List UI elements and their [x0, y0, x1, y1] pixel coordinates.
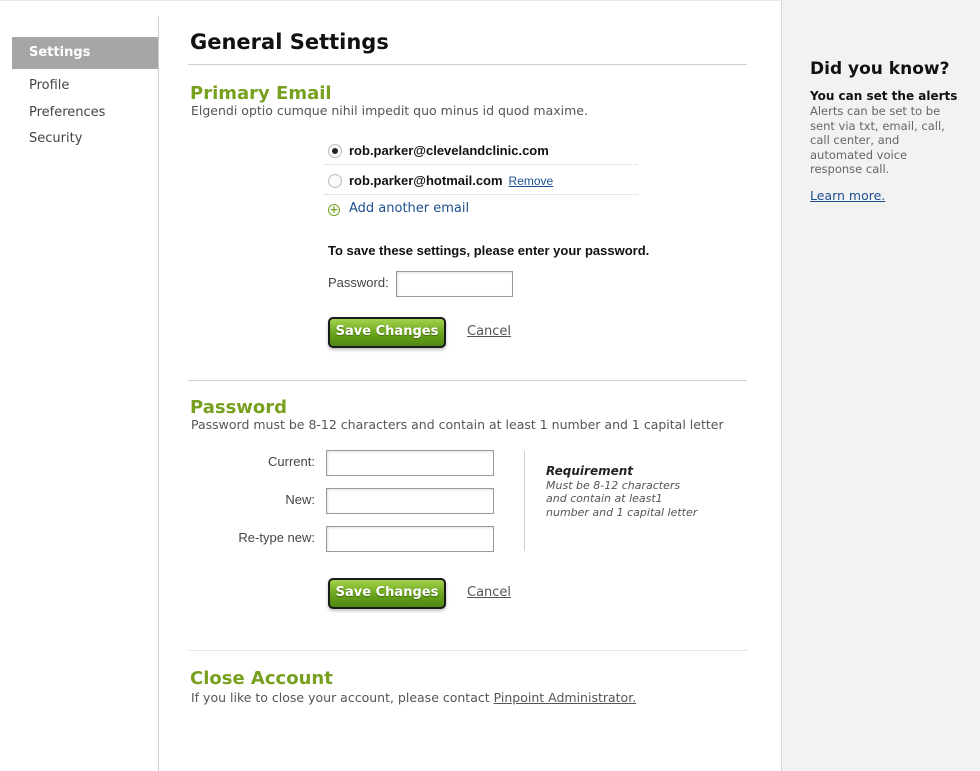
email-address: rob.parker@clevelandclinic.com	[349, 143, 549, 158]
tip-line: sent via txt, email, call,	[810, 118, 945, 133]
tip-line: automated voice	[810, 147, 908, 162]
password-section-title: Password	[190, 397, 288, 418]
sidebar-divider	[158, 16, 159, 771]
password-field[interactable]	[396, 271, 513, 297]
password-section-description: Password must be 8-12 characters and con…	[191, 417, 724, 432]
main-content: General Settings Primary Email Elgendi o…	[188, 0, 748, 771]
save-password-button[interactable]: Save Changes	[328, 578, 446, 609]
title-divider	[188, 64, 747, 65]
section-divider	[188, 380, 747, 381]
email-option-2[interactable]: rob.parker@hotmail.com Remove	[324, 166, 638, 195]
tip-panel: Did you know? You can set the alerts Ale…	[781, 0, 980, 771]
requirement-line: number and 1 capital letter	[546, 505, 698, 519]
sidebar-item-security[interactable]: Security	[12, 123, 158, 155]
primary-email-title: Primary Email	[190, 83, 332, 104]
tip-line: call center, and	[810, 133, 900, 147]
add-email-label: Add another email	[349, 201, 470, 216]
plus-circle-icon: +	[328, 203, 340, 216]
sidebar-item-settings[interactable]: Settings	[12, 37, 158, 69]
learn-more-link[interactable]: Learn more.	[810, 188, 885, 203]
requirement-title: Requirement	[546, 464, 634, 478]
password-label: Password:	[328, 275, 389, 290]
page-title: General Settings	[190, 30, 389, 54]
remove-email-link[interactable]: Remove	[509, 174, 554, 188]
close-account-description: If you like to close your account, pleas…	[191, 690, 636, 705]
radio-unselected-icon[interactable]	[328, 174, 342, 188]
tip-body: Alerts can be set to be sent via txt, em…	[810, 104, 950, 177]
new-password-field[interactable]	[326, 488, 494, 514]
email-address: rob.parker@hotmail.com	[349, 173, 503, 188]
administrator-link[interactable]: Pinpoint Administrator.	[494, 690, 637, 705]
cancel-link[interactable]: Cancel	[467, 324, 511, 339]
close-account-text: If you like to close your account, pleas…	[191, 690, 490, 705]
requirement-line: and contain at least1	[546, 492, 663, 505]
primary-email-description: Elgendi optio cumque nihil impedit quo m…	[191, 103, 588, 118]
tip-subtitle: You can set the alerts	[810, 89, 958, 103]
requirement-divider	[524, 451, 525, 551]
settings-sidebar: Settings Profile Preferences Security	[0, 0, 159, 771]
current-password-field[interactable]	[326, 450, 494, 476]
tip-title: Did you know?	[810, 59, 950, 79]
close-account-title: Close Account	[190, 668, 333, 689]
password-note: To save these settings, please enter you…	[328, 243, 650, 258]
requirement-line: Must be 8-12 characters	[546, 478, 681, 492]
radio-selected-icon[interactable]	[328, 144, 342, 158]
requirement-box: Requirement Must be 8-12 characters and …	[546, 464, 706, 519]
retype-password-field[interactable]	[326, 526, 494, 552]
save-changes-button[interactable]: Save Changes	[328, 317, 446, 348]
retype-password-label: Re-type new:	[238, 530, 315, 545]
email-option-1[interactable]: rob.parker@clevelandclinic.com	[324, 136, 638, 165]
tip-line: Alerts can be set to be	[810, 104, 941, 118]
close-account-divider	[188, 650, 747, 651]
tip-line: response call.	[810, 162, 890, 176]
new-password-label: New:	[285, 492, 315, 507]
cancel-password-link[interactable]: Cancel	[467, 585, 511, 600]
current-password-label: Current:	[268, 454, 315, 469]
